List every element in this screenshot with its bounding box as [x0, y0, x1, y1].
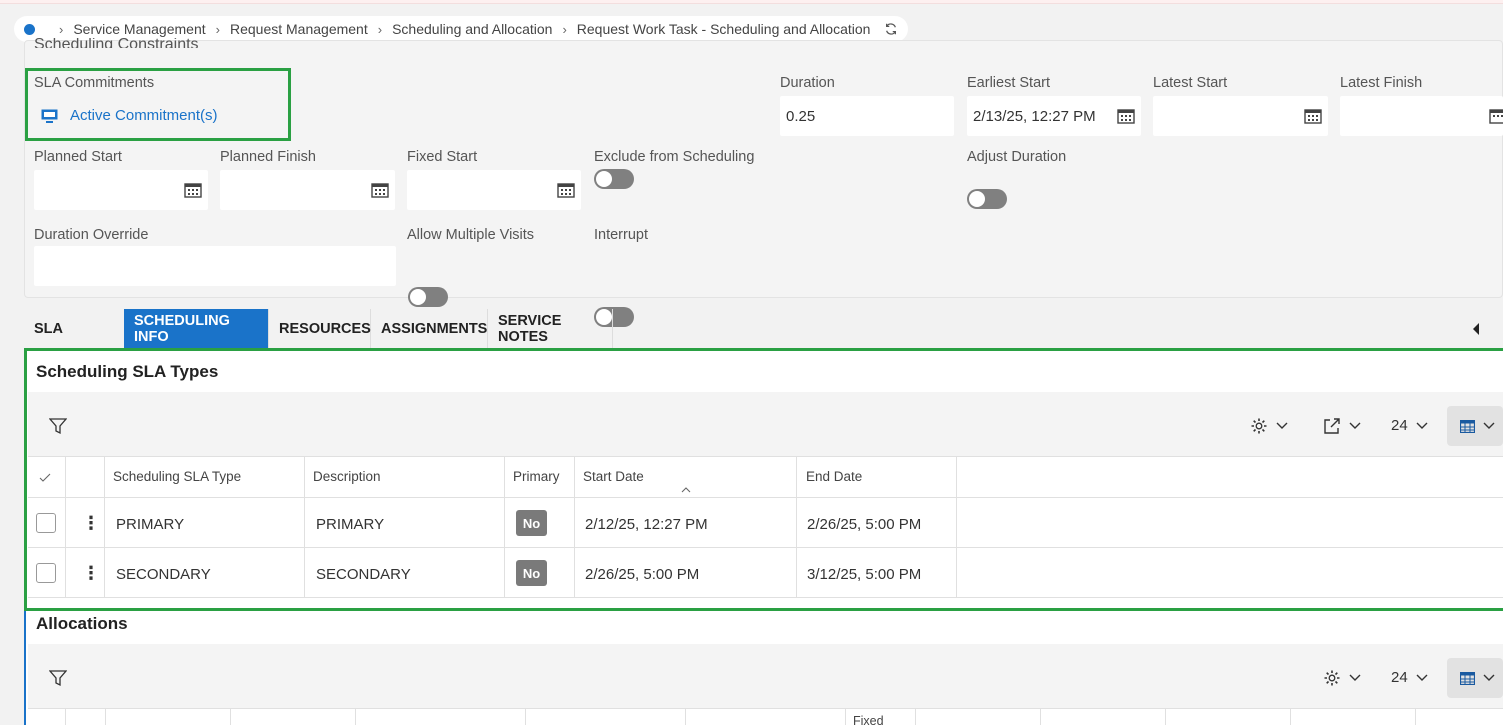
chevron-right-icon: ›: [215, 21, 220, 37]
breadcrumb-item[interactable]: Request Management: [230, 21, 368, 37]
table-view-icon: [1460, 671, 1475, 685]
active-commitments-label: Active Commitment(s): [70, 107, 218, 124]
earliest-start-value: 2/13/25, 12:27 PM: [973, 107, 1096, 125]
grid-col-divider: [355, 708, 356, 725]
duration-override-label: Duration Override: [34, 227, 149, 243]
sla-types-highlight: [24, 348, 1503, 611]
grid-col-divider: [1165, 708, 1166, 725]
grid-col-divider: [65, 708, 66, 725]
grid-col-divider: [230, 708, 231, 725]
earliest-start-field[interactable]: 2/13/25, 12:27 PM: [967, 96, 1141, 136]
exclude-scheduling-label: Exclude from Scheduling: [594, 149, 755, 165]
page-size-select[interactable]: 24: [1391, 669, 1428, 686]
breadcrumb-item[interactable]: Scheduling and Allocation: [392, 21, 552, 37]
allocations-toolbar: [28, 644, 1503, 708]
planned-finish-field[interactable]: [220, 170, 395, 210]
chevron-down-icon: [1349, 674, 1361, 681]
duration-override-field[interactable]: [34, 246, 396, 286]
tab-scheduling-info[interactable]: SCHEDULING INFO: [124, 309, 269, 348]
chevron-down-icon: [1483, 674, 1495, 681]
col-header-fixed[interactable]: Fixed: [853, 714, 884, 725]
gear-icon: [1324, 670, 1340, 686]
grid-col-divider: [525, 708, 526, 725]
calendar-icon[interactable]: [1304, 108, 1322, 124]
view-mode-button[interactable]: [1447, 658, 1503, 698]
latest-start-field[interactable]: [1153, 96, 1328, 136]
planned-finish-label: Planned Finish: [220, 149, 316, 165]
top-edge: [0, 0, 1503, 4]
grid-col-divider: [105, 708, 106, 725]
chevron-down-icon: [1416, 674, 1428, 681]
latest-finish-label: Latest Finish: [1340, 75, 1423, 91]
section-title: Scheduling Constraints: [34, 38, 199, 48]
planned-start-field[interactable]: [34, 170, 208, 210]
calendar-icon[interactable]: [1489, 108, 1503, 124]
fixed-start-label: Fixed Start: [407, 149, 478, 165]
duration-value: 0.25: [786, 107, 816, 125]
chevron-right-icon: ›: [562, 21, 567, 37]
monitor-icon: [41, 109, 58, 123]
tab-bar: SLA SCHEDULING INFO RESOURCES ASSIGNMENT…: [24, 309, 613, 348]
earliest-start-label: Earliest Start: [967, 75, 1050, 91]
active-commitments-link[interactable]: Active Commitment(s): [41, 107, 218, 124]
home-dot-icon[interactable]: [24, 23, 35, 35]
latest-start-label: Latest Start: [1153, 75, 1228, 91]
calendar-icon[interactable]: [557, 182, 575, 198]
grid-col-divider: [845, 708, 846, 725]
collapse-left-icon[interactable]: [1471, 322, 1481, 336]
tab-resources[interactable]: RESOURCES: [269, 309, 371, 348]
fixed-start-field[interactable]: [407, 170, 581, 210]
allow-multiple-visits-label: Allow Multiple Visits: [407, 227, 535, 243]
settings-menu[interactable]: [1323, 669, 1361, 687]
grid-col-divider: [1415, 708, 1416, 725]
filter-icon[interactable]: [49, 669, 67, 687]
chevron-right-icon: ›: [377, 21, 383, 37]
adjust-duration-toggle[interactable]: [967, 189, 1007, 209]
latest-finish-field[interactable]: [1340, 96, 1503, 136]
tab-assignments[interactable]: ASSIGNMENTS: [371, 309, 488, 348]
allocations-grid-header: [28, 708, 1503, 725]
duration-label: Duration: [780, 75, 835, 91]
interrupt-label: Interrupt: [594, 227, 648, 243]
grid-col-divider: [1040, 708, 1041, 725]
breadcrumb-item[interactable]: Service Management: [73, 21, 205, 37]
calendar-icon[interactable]: [371, 182, 389, 198]
sla-commitments-label: SLA Commitments: [34, 75, 155, 91]
calendar-icon[interactable]: [184, 182, 202, 198]
planned-start-label: Planned Start: [34, 149, 122, 165]
grid-col-divider: [915, 708, 916, 725]
grid-col-divider: [1290, 708, 1291, 725]
duration-field[interactable]: 0.25: [780, 96, 954, 136]
tab-sla[interactable]: SLA: [24, 309, 124, 348]
grid-col-divider: [685, 708, 686, 725]
adjust-duration-label: Adjust Duration: [967, 149, 1067, 165]
page-size-value: 24: [1391, 669, 1408, 686]
allocations-title: Allocations: [36, 614, 128, 633]
refresh-icon[interactable]: [884, 22, 898, 36]
breadcrumb-item: Request Work Task - Scheduling and Alloc…: [576, 21, 871, 37]
calendar-icon[interactable]: [1117, 108, 1135, 124]
chevron-right-icon: ›: [59, 21, 64, 37]
allow-multiple-visits-toggle[interactable]: [408, 287, 448, 307]
tab-service-notes[interactable]: SERVICE NOTES: [488, 309, 613, 348]
exclude-scheduling-toggle[interactable]: [594, 169, 634, 189]
